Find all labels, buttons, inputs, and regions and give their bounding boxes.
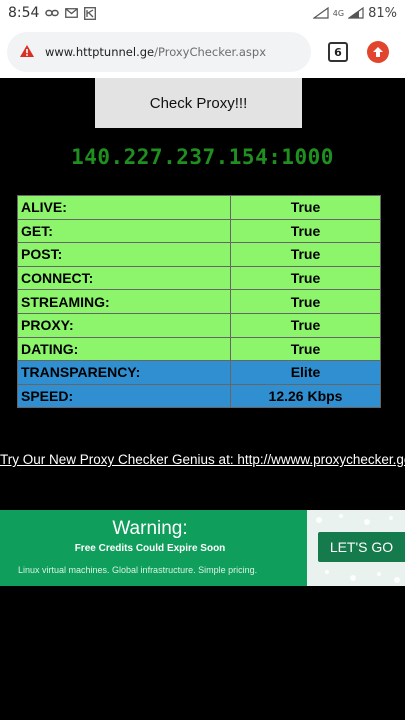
network-type: 4G <box>332 8 345 18</box>
result-key: PROXY: <box>17 312 231 338</box>
result-value: True <box>230 289 381 314</box>
table-row: PROXY: True <box>17 312 381 338</box>
battery-percent: 81% <box>368 5 397 21</box>
proxy-checker-genius-link[interactable]: Try Our New Proxy Checker Genius at: htt… <box>0 452 405 467</box>
browser-toolbar: www.httptunnel.ge/ProxyChecker.aspx 6 <box>0 26 405 78</box>
result-value: True <box>230 218 381 244</box>
update-icon[interactable] <box>367 41 389 63</box>
link-icon <box>45 8 60 18</box>
url-path: /ProxyChecker.aspx <box>154 45 266 59</box>
ad-subtitle: Free Credits Could Expire Soon <box>74 543 226 554</box>
results-table: ALIVE: True GET: True POST: True CONNECT… <box>17 195 381 409</box>
proxy-address: 140.227.237.154:1000 <box>71 145 334 169</box>
result-value: 12.26 Kbps <box>230 383 381 409</box>
result-value: True <box>230 242 381 267</box>
table-row: SPEED: 12.26 Kbps <box>17 383 381 409</box>
table-row: ALIVE: True <box>17 195 381 220</box>
ad-title: Warning: <box>112 518 188 539</box>
result-key: ALIVE: <box>17 195 231 220</box>
warning-icon[interactable] <box>19 43 35 62</box>
table-row: STREAMING: True <box>17 289 381 314</box>
table-row: GET: True <box>17 218 381 244</box>
result-value: True <box>230 312 381 338</box>
url-host: www.httptunnel.ge <box>45 45 155 59</box>
result-key: CONNECT: <box>17 265 231 291</box>
url-text[interactable]: www.httptunnel.ge/ProxyChecker.aspx <box>45 45 266 59</box>
table-row: POST: True <box>17 242 381 267</box>
lets-go-button[interactable]: LET'S GO <box>318 532 405 562</box>
ad-description: Linux virtual machines. Global infrastru… <box>18 565 258 575</box>
tab-switcher-button[interactable]: 6 <box>328 42 348 62</box>
clock: 8:54 <box>8 5 40 21</box>
result-key: STREAMING: <box>17 289 231 314</box>
mail-icon <box>65 8 79 18</box>
check-proxy-button[interactable]: Check Proxy!!! <box>95 78 302 128</box>
result-key: SPEED: <box>17 383 231 409</box>
status-bar: 8:54 4G 81% <box>0 0 405 26</box>
result-value: Elite <box>230 360 381 385</box>
table-row: DATING: True <box>17 336 381 362</box>
table-row: CONNECT: True <box>17 265 381 291</box>
table-row: TRANSPARENCY: Elite <box>17 360 381 385</box>
result-key: GET: <box>17 218 231 244</box>
signal-icon <box>312 7 329 19</box>
result-value: True <box>230 195 381 220</box>
result-key: DATING: <box>17 336 231 362</box>
address-bar[interactable]: www.httptunnel.ge/ProxyChecker.aspx <box>7 32 311 72</box>
signal-strength-icon <box>348 7 364 19</box>
result-key: POST: <box>17 242 231 267</box>
result-key: TRANSPARENCY: <box>17 360 231 385</box>
result-value: True <box>230 336 381 362</box>
result-value: True <box>230 265 381 291</box>
app-notification-icon <box>84 6 97 20</box>
